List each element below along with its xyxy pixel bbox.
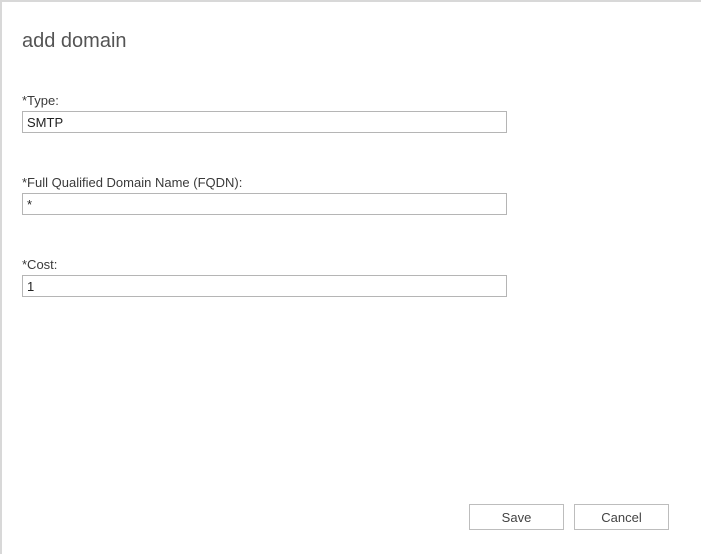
add-domain-dialog: add domain *Type: *Full Qualified Domain… <box>2 2 701 554</box>
cost-field: *Cost: <box>22 257 681 297</box>
type-field: *Type: <box>22 93 681 133</box>
cost-input[interactable] <box>22 275 507 297</box>
type-label: *Type: <box>22 93 681 108</box>
button-row: Save Cancel <box>469 504 669 530</box>
fqdn-input[interactable] <box>22 193 507 215</box>
cancel-button[interactable]: Cancel <box>574 504 669 530</box>
fqdn-label: *Full Qualified Domain Name (FQDN): <box>22 175 681 190</box>
cost-label: *Cost: <box>22 257 681 272</box>
dialog-title: add domain <box>22 30 681 53</box>
type-input[interactable] <box>22 111 507 133</box>
fqdn-field: *Full Qualified Domain Name (FQDN): <box>22 175 681 215</box>
save-button[interactable]: Save <box>469 504 564 530</box>
